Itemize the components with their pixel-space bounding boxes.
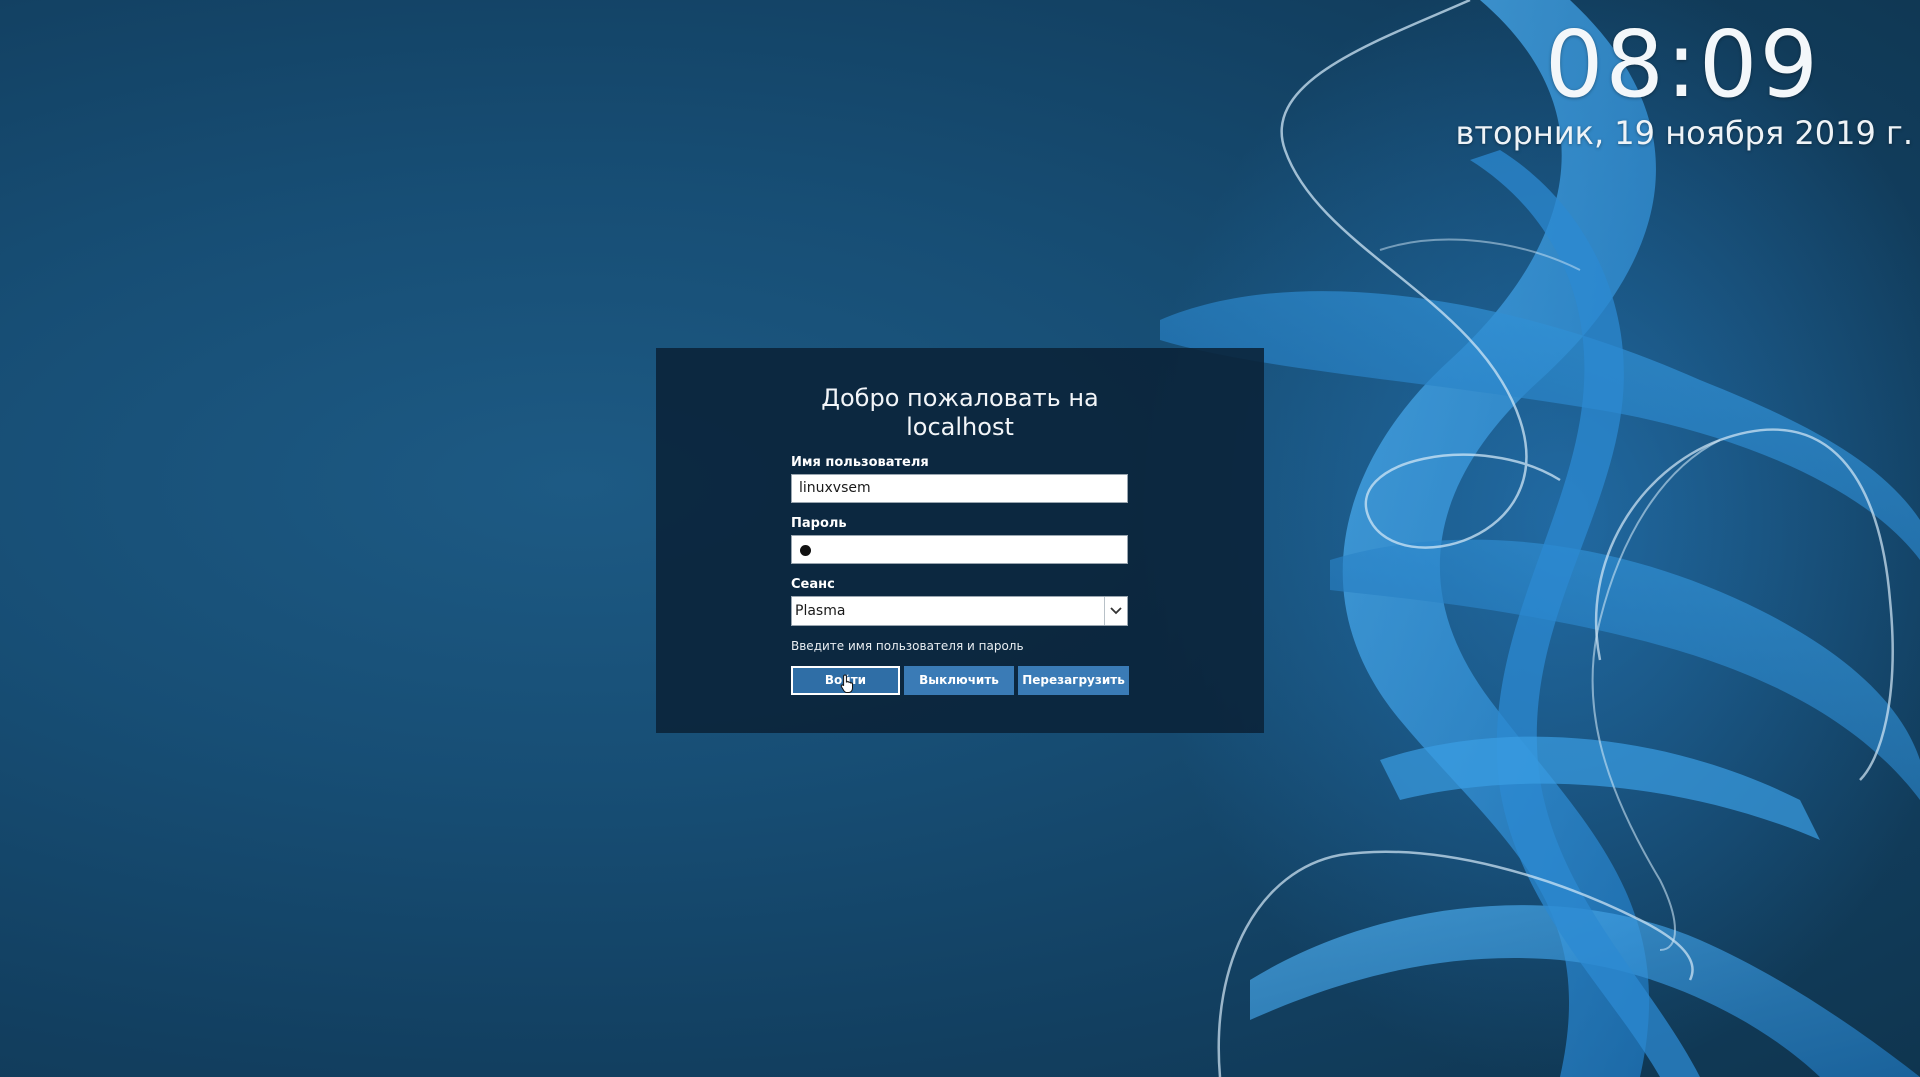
welcome-title: Добро пожаловать на localhost — [656, 384, 1264, 442]
username-label: Имя пользователя — [791, 455, 929, 470]
session-value: Plasma — [795, 603, 846, 619]
welcome-host: localhost — [906, 413, 1014, 441]
reboot-button[interactable]: Перезагрузить — [1018, 666, 1129, 695]
welcome-line-1: Добро пожаловать на — [821, 384, 1099, 412]
shutdown-button[interactable]: Выключить — [904, 666, 1014, 695]
session-select[interactable]: Plasma — [791, 596, 1128, 626]
password-label: Пароль — [791, 516, 847, 531]
session-label: Сеанс — [791, 577, 835, 592]
clock-date: вторник, 19 ноября 2019 г. — [1455, 114, 1913, 152]
login-screen: 08:09 вторник, 19 ноября 2019 г. Добро п… — [0, 0, 1920, 1077]
clock-time: 08:09 — [1544, 11, 1820, 118]
login-hint: Введите имя пользователя и пароль — [791, 639, 1024, 653]
hand-pointer-icon — [840, 674, 853, 693]
password-field[interactable] — [791, 535, 1128, 564]
chevron-down-icon[interactable] — [1104, 597, 1127, 625]
password-mask-dot — [800, 545, 811, 556]
username-field[interactable]: linuxvsem — [791, 474, 1128, 503]
login-panel: Добро пожаловать на localhost Имя пользо… — [656, 348, 1264, 733]
